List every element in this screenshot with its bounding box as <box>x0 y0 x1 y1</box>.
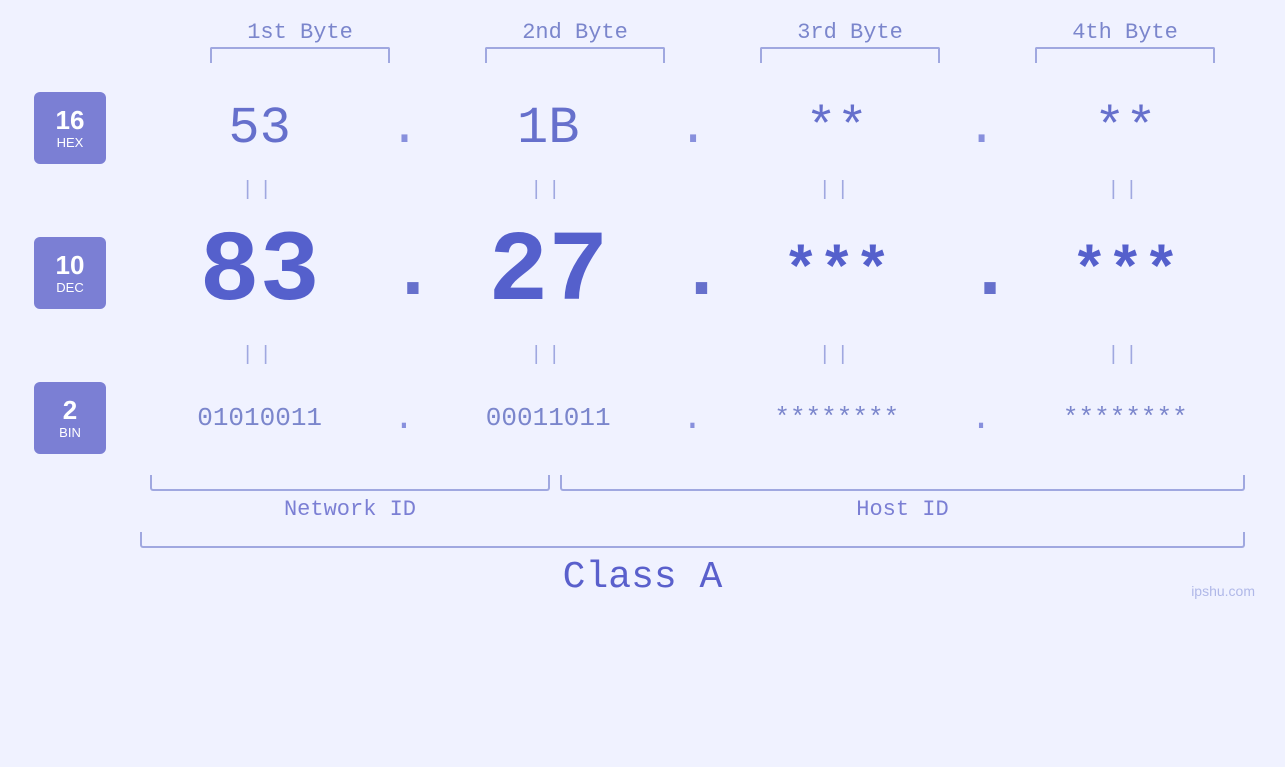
bin-val-1: 01010011 <box>150 403 370 433</box>
eq1-2: || <box>438 179 658 202</box>
byte-label-3: 3rd Byte <box>750 20 950 45</box>
eq2-4: || <box>1015 344 1235 367</box>
bin-badge-number: 2 <box>63 396 77 425</box>
byte-label-1: 1st Byte <box>200 20 400 45</box>
watermark: ipshu.com <box>1191 583 1255 599</box>
dec-dot-3: . <box>966 228 996 319</box>
hex-val-1: 53 <box>150 99 370 158</box>
dec-badge-label: DEC <box>56 280 83 295</box>
bin-badge: 2 BIN <box>34 382 106 454</box>
hex-dot-3: . <box>966 99 996 158</box>
bracket-byte-4 <box>1035 47 1215 63</box>
bracket-byte-3 <box>760 47 940 63</box>
bin-dot-2: . <box>677 398 707 439</box>
dec-val-3: *** <box>727 239 947 307</box>
class-label: Class A <box>563 556 723 599</box>
hex-dot-2: . <box>677 99 707 158</box>
hex-val-3: ** <box>727 99 947 158</box>
hex-dot-1: . <box>389 99 419 158</box>
hex-val-2: 1B <box>438 99 658 158</box>
bin-dot-3: . <box>966 398 996 439</box>
main-container: 1st Byte 2nd Byte 3rd Byte 4th Byte 16 H… <box>0 0 1285 767</box>
bin-dot-1: . <box>389 398 419 439</box>
dec-val-4: *** <box>1015 239 1235 307</box>
bracket-byte-2 <box>485 47 665 63</box>
dec-val-1: 83 <box>150 217 370 330</box>
bin-val-4: ******** <box>1015 403 1235 433</box>
hex-badge-number: 16 <box>56 106 85 135</box>
top-brackets <box>163 47 1263 63</box>
hex-badge: 16 HEX <box>34 92 106 164</box>
bin-val-3: ******** <box>727 403 947 433</box>
eq1-4: || <box>1015 179 1235 202</box>
dec-dot-1: . <box>389 228 419 319</box>
bracket-byte-1 <box>210 47 390 63</box>
byte-headers: 1st Byte 2nd Byte 3rd Byte 4th Byte <box>163 20 1263 45</box>
dec-badge-number: 10 <box>56 251 85 280</box>
byte-label-2: 2nd Byte <box>475 20 675 45</box>
wide-bottom-bracket <box>140 532 1245 548</box>
hex-badge-label: HEX <box>57 135 84 150</box>
hex-val-4: ** <box>1015 99 1235 158</box>
network-bracket <box>150 475 550 491</box>
host-id-label: Host ID <box>560 497 1245 522</box>
eq2-2: || <box>438 344 658 367</box>
eq2-1: || <box>150 344 370 367</box>
bin-val-2: 00011011 <box>438 403 658 433</box>
network-id-label: Network ID <box>140 497 560 522</box>
dec-dot-2: . <box>677 228 707 319</box>
bin-badge-label: BIN <box>59 425 81 440</box>
byte-label-4: 4th Byte <box>1025 20 1225 45</box>
eq1-3: || <box>727 179 947 202</box>
eq2-3: || <box>727 344 947 367</box>
eq1-1: || <box>150 179 370 202</box>
dec-val-2: 27 <box>438 217 658 330</box>
host-bracket <box>560 475 1245 491</box>
dec-badge: 10 DEC <box>34 237 106 309</box>
